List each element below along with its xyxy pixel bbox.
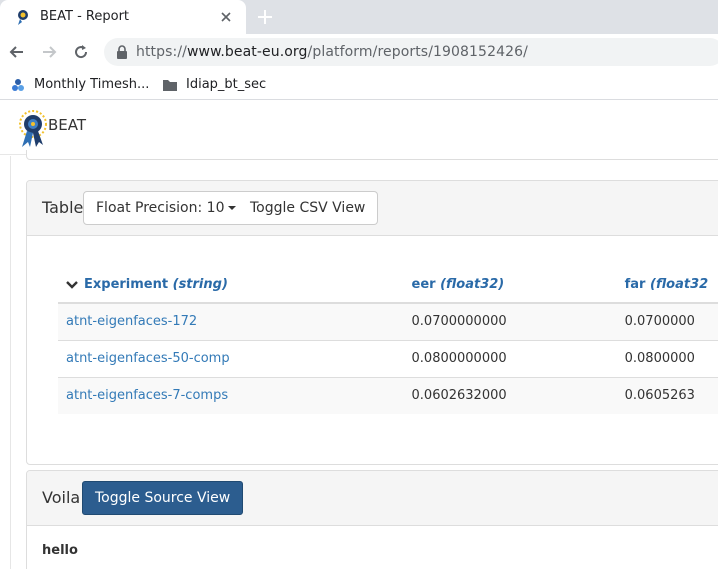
- caret-down-icon: [228, 206, 237, 210]
- new-tab-icon[interactable]: [256, 8, 274, 26]
- beat-logo-icon[interactable]: [16, 109, 50, 149]
- site-brand[interactable]: BEAT: [48, 116, 86, 134]
- table-header-row: Experiment (string) eer (float32) far (f…: [58, 267, 718, 304]
- eer-value: 0.0602632000: [403, 376, 617, 414]
- lock-icon: [117, 45, 127, 59]
- forward-icon[interactable]: [40, 43, 58, 61]
- bookmark-idiap-bt-sec[interactable]: Idiap_bt_sec: [162, 76, 272, 94]
- close-tab-icon[interactable]: [218, 9, 234, 25]
- far-value: 0.0700000: [616, 302, 718, 340]
- column-name: Experiment: [84, 277, 169, 292]
- column-type: (float32): [440, 277, 505, 292]
- float-precision-label: Float Precision: 10: [96, 200, 225, 216]
- url-scheme: https://: [136, 44, 187, 60]
- bookmark-monthly-timesheet[interactable]: Monthly Timesh...: [10, 76, 150, 94]
- column-header-experiment[interactable]: Experiment (string): [58, 267, 404, 304]
- app-icon: [12, 79, 24, 91]
- voila-panel: Voila Toggle Source View hello: [26, 470, 718, 569]
- column-type: (float32: [650, 277, 709, 292]
- tab-title: BEAT - Report: [40, 9, 130, 24]
- folder-icon: [163, 80, 177, 91]
- browser-tabstrip: BEAT - Report: [0, 0, 718, 34]
- table-row: atnt-eigenfaces-50-comp 0.0800000000 0.0…: [58, 339, 718, 377]
- results-table: Experiment (string) eer (float32) far (f…: [58, 267, 718, 414]
- browser-tab[interactable]: BEAT - Report: [0, 0, 246, 34]
- table-panel-title: Table: [42, 198, 84, 217]
- url-path: /platform/reports/1908152426/: [307, 44, 528, 60]
- column-name: far: [624, 277, 646, 292]
- bookmark-label: Monthly Timesh...: [34, 77, 150, 92]
- back-icon[interactable]: [8, 43, 26, 61]
- bookmark-label: Idiap_bt_sec: [186, 77, 267, 92]
- far-value: 0.0800000: [616, 339, 718, 377]
- experiment-link[interactable]: atnt-eigenfaces-7-comps: [58, 376, 404, 414]
- table-row: atnt-eigenfaces-7-comps 0.0602632000 0.0…: [58, 376, 718, 414]
- bookmarks-bar: Monthly Timesh... Idiap_bt_sec: [0, 70, 718, 100]
- eer-value: 0.0700000000: [403, 302, 617, 340]
- chevron-down-icon[interactable]: [66, 280, 78, 290]
- beat-favicon-icon: [18, 10, 28, 25]
- experiment-link[interactable]: atnt-eigenfaces-172: [58, 302, 404, 340]
- content-left-border: [10, 156, 11, 569]
- web-page: BEAT Table Float Precision: 10 Toggle CS…: [0, 101, 718, 569]
- voila-panel-heading: Voila Toggle Source View: [27, 471, 718, 526]
- column-header-eer[interactable]: eer (float32): [403, 267, 617, 304]
- table-panel: Table Float Precision: 10 Toggle CSV Vie…: [26, 180, 718, 465]
- table-panel-heading: Table Float Precision: 10 Toggle CSV Vie…: [27, 181, 718, 236]
- address-bar[interactable]: https://www.beat-eu.org/platform/reports…: [104, 38, 718, 66]
- far-value: 0.0605263: [616, 376, 718, 414]
- table-row: atnt-eigenfaces-172 0.0700000000 0.07000…: [58, 302, 718, 340]
- experiment-link[interactable]: atnt-eigenfaces-50-comp: [58, 339, 404, 377]
- url-host: www.beat-eu.org: [186, 44, 308, 60]
- toggle-source-view-button[interactable]: Toggle Source View: [82, 481, 244, 515]
- column-header-far[interactable]: far (float32: [616, 267, 718, 304]
- previous-panel: [26, 150, 718, 160]
- browser-toolbar: https://www.beat-eu.org/platform/reports…: [0, 34, 718, 70]
- voila-panel-title: Voila: [42, 488, 81, 507]
- float-precision-dropdown[interactable]: Float Precision: 10: [83, 191, 250, 225]
- toggle-csv-view-button[interactable]: Toggle CSV View: [238, 191, 379, 225]
- reload-icon[interactable]: [72, 43, 90, 61]
- url-text: https://www.beat-eu.org/platform/reports…: [136, 44, 528, 60]
- column-type: (string): [172, 277, 228, 292]
- voila-body-text: hello: [42, 543, 78, 558]
- report-content: Table Float Precision: 10 Toggle CSV Vie…: [0, 150, 718, 569]
- site-header: BEAT: [0, 101, 718, 155]
- eer-value: 0.0800000000: [403, 339, 617, 377]
- column-name: eer: [411, 277, 436, 292]
